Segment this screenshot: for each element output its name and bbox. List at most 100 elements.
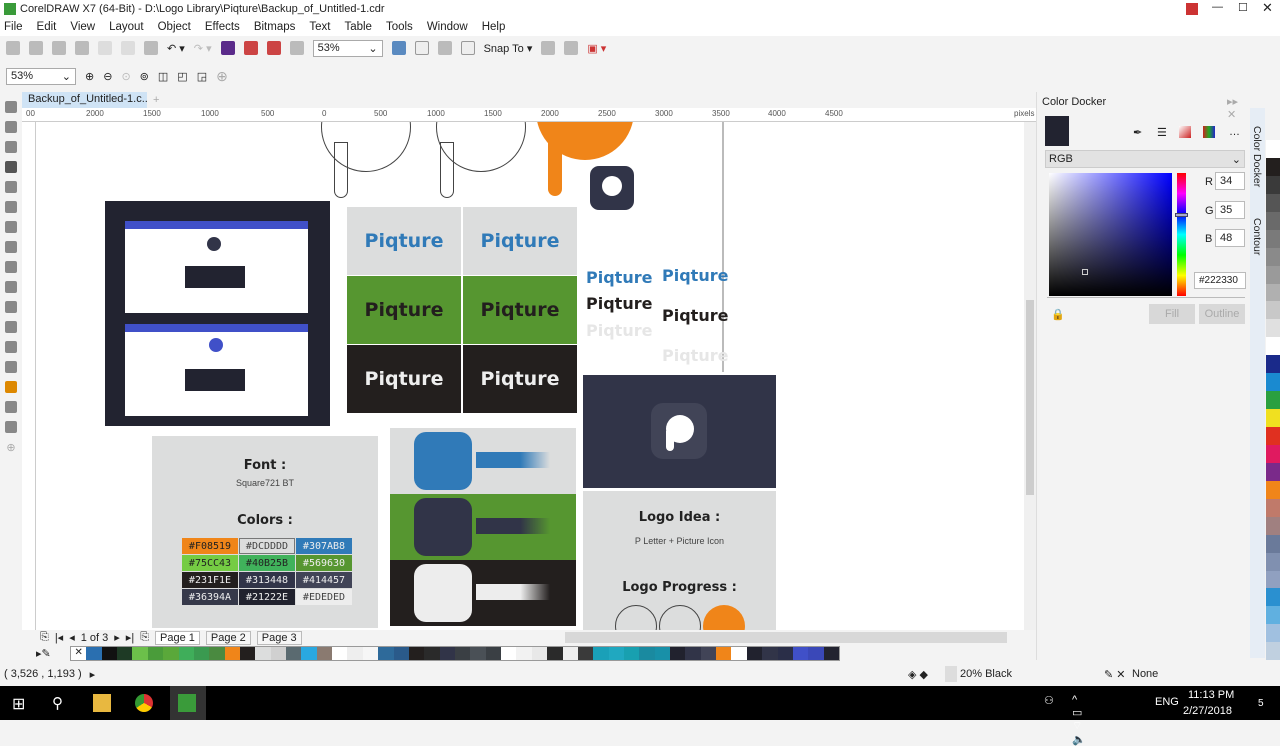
palette-swatch[interactable] (1266, 427, 1280, 445)
palette-swatch[interactable] (746, 647, 763, 660)
tab-color-docker[interactable]: Color Docker (1251, 126, 1263, 187)
lock-icon[interactable]: 🔒 (1051, 308, 1065, 321)
palette-swatch[interactable] (332, 647, 348, 660)
tab-page-1[interactable]: Page 1 (155, 630, 200, 645)
palette-swatch[interactable] (823, 647, 839, 660)
palette-swatch[interactable] (516, 647, 532, 660)
text-tool-icon[interactable] (5, 281, 17, 293)
add-tool-icon[interactable]: ⊕ (6, 441, 15, 454)
palette-swatch[interactable] (716, 647, 732, 660)
pick-tool-icon[interactable] (5, 101, 17, 113)
palette-swatch[interactable] (178, 647, 194, 660)
palette-swatch[interactable] (1266, 157, 1280, 176)
print-icon[interactable] (75, 41, 89, 55)
color-model-select[interactable]: RGB ⌄ (1045, 150, 1245, 168)
show-rulers-icon[interactable] (414, 41, 429, 55)
menu-object[interactable]: Object (158, 21, 191, 33)
palette-swatch[interactable] (393, 647, 409, 660)
palette-swatch[interactable] (255, 647, 271, 660)
chrome-icon[interactable] (135, 694, 153, 712)
palette-swatch[interactable] (1266, 642, 1280, 661)
menu-window[interactable]: Window (427, 21, 468, 33)
add-page-icon[interactable]: ⎘ (40, 631, 49, 644)
export-icon[interactable] (266, 41, 281, 55)
palette-swatch[interactable] (101, 647, 118, 660)
color-viewers-icon[interactable] (1179, 126, 1191, 138)
palette-swatch[interactable] (670, 647, 686, 660)
status-menu-icon[interactable]: ▸ (90, 668, 96, 681)
close-button[interactable]: ✕ (1262, 0, 1273, 16)
new-icon[interactable] (6, 41, 20, 55)
menu-file[interactable]: File (4, 21, 23, 33)
palette-swatch[interactable] (1266, 552, 1280, 571)
options-icon[interactable] (541, 41, 556, 55)
palette-swatch[interactable] (86, 647, 102, 660)
hue-slider-handle[interactable] (1175, 213, 1188, 217)
palette-swatch[interactable] (454, 647, 471, 660)
parallel-dimension-tool-icon[interactable] (5, 301, 17, 313)
fill-color-status[interactable]: 20% Black (960, 668, 1012, 680)
first-page-icon[interactable]: |◂ (55, 631, 63, 644)
palette-swatch[interactable] (147, 647, 164, 660)
palette-swatch[interactable] (1266, 588, 1280, 607)
palette-swatch[interactable] (1266, 355, 1280, 374)
palette-swatch[interactable] (577, 647, 594, 660)
palette-swatch[interactable] (608, 647, 624, 660)
outline-color-status[interactable]: None (1132, 668, 1158, 680)
palette-swatch[interactable] (1266, 534, 1280, 553)
zoom-selected-icon[interactable]: ⊙ (121, 70, 130, 83)
new-tab-icon[interactable]: + (153, 94, 159, 106)
redo-icon[interactable]: ↷ ▾ (194, 42, 212, 55)
palette-swatch[interactable] (132, 647, 148, 660)
palette-swatch[interactable] (1266, 265, 1280, 284)
palette-swatch[interactable] (1266, 624, 1280, 643)
palette-swatch[interactable] (1266, 175, 1280, 194)
g-input[interactable]: 35 (1215, 201, 1245, 219)
hue-slider[interactable] (1175, 173, 1188, 296)
property-zoom-select[interactable]: 53% ⌄ (6, 67, 76, 85)
palette-swatch[interactable] (239, 647, 256, 660)
snap-to-button[interactable]: Snap To ▾ (484, 42, 533, 55)
palette-swatch[interactable] (316, 647, 333, 660)
horizontal-scrollbar[interactable] (565, 632, 1007, 643)
menu-view[interactable]: View (70, 21, 95, 33)
palette-swatch[interactable] (531, 647, 548, 660)
palette-swatch[interactable] (439, 647, 455, 660)
more-options-icon[interactable]: … (1229, 126, 1240, 138)
palette-swatch[interactable] (808, 647, 824, 660)
no-color-swatch[interactable]: ✕ (71, 647, 87, 660)
zoom-level-select[interactable]: 53% ⌄ (312, 39, 383, 57)
document-tab[interactable]: Backup_of_Untitled-1.c... (22, 92, 147, 108)
menu-layout[interactable]: Layout (109, 21, 144, 33)
crop-tool-icon[interactable] (5, 141, 17, 153)
palette-swatch[interactable] (562, 647, 578, 660)
fill-button[interactable]: Fill (1149, 304, 1195, 324)
full-screen-preview-icon[interactable] (391, 41, 406, 55)
palette-swatch[interactable] (424, 647, 440, 660)
rectangle-tool-icon[interactable] (5, 221, 17, 233)
palette-swatch[interactable] (193, 647, 210, 660)
next-page-icon[interactable]: ▸ (114, 631, 120, 644)
palette-swatch[interactable] (792, 647, 809, 660)
palette-swatch[interactable] (301, 647, 317, 660)
palette-swatch[interactable] (1266, 409, 1280, 427)
drop-shadow-tool-icon[interactable] (5, 341, 17, 353)
palette-swatch[interactable] (1266, 337, 1280, 356)
palette-swatch[interactable] (347, 647, 363, 660)
tab-page-2[interactable]: Page 2 (205, 630, 251, 645)
tab-contour[interactable]: Contour (1251, 218, 1263, 255)
color-picker-area[interactable] (1049, 173, 1172, 296)
palette-swatch[interactable] (378, 647, 394, 660)
color-palette[interactable]: ✕ (70, 646, 840, 661)
connector-tool-icon[interactable] (5, 321, 17, 333)
zoom-page-height-icon[interactable]: ◲ (197, 70, 207, 83)
show-grid-icon[interactable] (437, 41, 452, 55)
eyedropper-icon[interactable]: ✒ (1133, 126, 1142, 139)
clock-date[interactable]: 2/27/2018 (1183, 705, 1243, 723)
ellipse-tool-icon[interactable] (5, 241, 17, 253)
zoom-page-icon[interactable]: ◫ (158, 70, 168, 83)
application-launcher-icon[interactable] (564, 41, 579, 55)
palette-swatch[interactable] (286, 647, 302, 660)
palette-swatch[interactable] (1266, 606, 1280, 625)
zoom-in-icon[interactable]: ⊕ (85, 70, 94, 83)
